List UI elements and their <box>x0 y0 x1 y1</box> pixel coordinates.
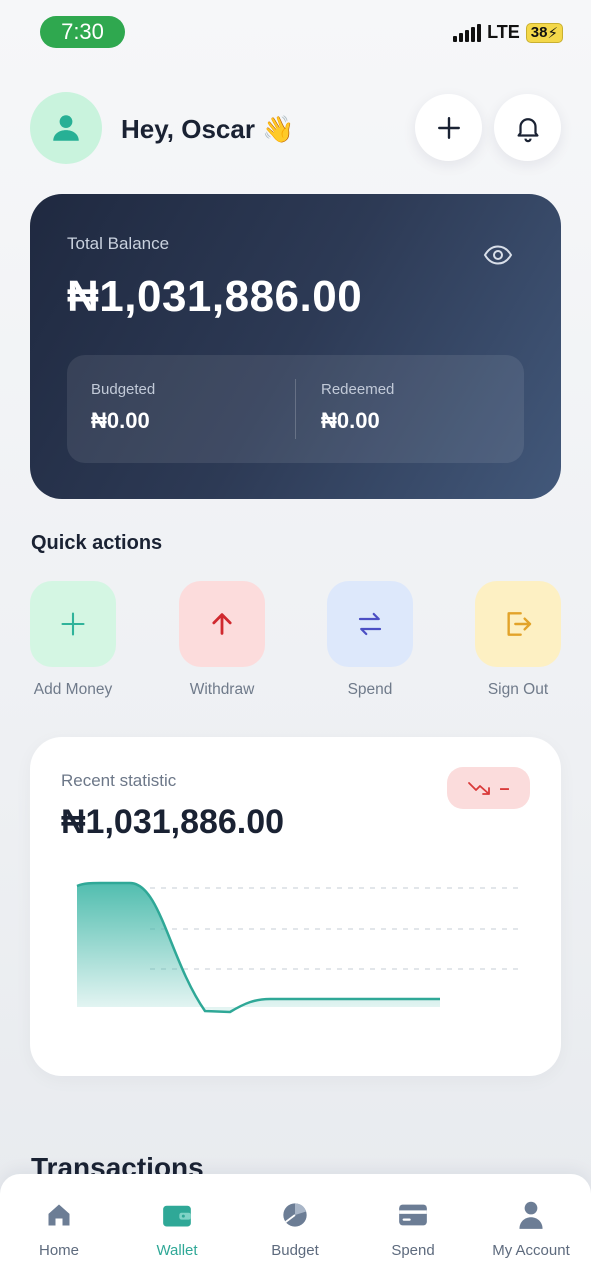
spend-label: Spend <box>347 681 393 698</box>
sign-out-label: Sign Out <box>487 681 549 698</box>
withdraw-label: Withdraw <box>189 681 255 698</box>
status-time: 7:30 <box>40 16 125 48</box>
nav-label-my-account: My Account <box>492 1242 570 1259</box>
battery-level: 38 <box>530 24 548 41</box>
network-type: LTE <box>487 22 520 42</box>
avatar[interactable] <box>30 92 102 164</box>
bottom-nav: Home Wallet Budget Spend My Account <box>0 1174 591 1280</box>
breakdown-divider <box>295 379 296 439</box>
withdraw-button[interactable] <box>179 581 265 667</box>
balance-breakdown: Budgeted ₦0.00 Redeemed ₦0.00 <box>67 355 524 463</box>
quick-action-withdraw[interactable]: Withdraw <box>179 581 265 699</box>
nav-item-home[interactable]: Home <box>4 1198 114 1259</box>
home-icon <box>48 1204 70 1226</box>
user-icon <box>519 1201 543 1229</box>
statistic-amount: ₦1,031,886.00 <box>61 803 285 841</box>
wallet-icon <box>163 1205 191 1227</box>
pie-chart-icon <box>283 1203 307 1227</box>
swap-icon <box>358 612 382 636</box>
balance-card: Total Balance ₦1,031,886.00 Budgeted ₦0.… <box>30 194 561 499</box>
header: Hey, Oscar 👋 <box>30 92 561 164</box>
plus-icon <box>437 116 460 139</box>
quick-action-spend[interactable]: Spend <box>327 581 413 699</box>
total-balance-label: Total Balance <box>67 234 170 253</box>
statistic-card: Recent statistic ₦1,031,886.00 – <box>30 737 561 1076</box>
statistic-chart <box>76 881 520 1014</box>
status-indicators: LTE 38 ⚡ <box>453 22 563 43</box>
total-balance-amount: ₦1,031,886.00 <box>67 272 363 321</box>
quick-actions-title: Quick actions <box>31 532 163 554</box>
bell-icon <box>517 117 538 142</box>
redeemed-label: Redeemed <box>321 381 395 398</box>
nav-item-my-account[interactable]: My Account <box>476 1198 586 1259</box>
budgeted-label: Budgeted <box>91 381 156 398</box>
statistic-label: Recent statistic <box>61 771 177 790</box>
eye-icon[interactable] <box>483 244 513 271</box>
quick-action-add-money[interactable]: Add Money <box>30 581 116 699</box>
redeemed-section: Redeemed ₦0.00 <box>321 381 394 434</box>
budgeted-section: Budgeted ₦0.00 <box>91 381 155 434</box>
notifications-button[interactable] <box>494 94 561 161</box>
trend-down-icon <box>468 782 491 795</box>
quick-actions: Add Money Withdraw Spend Sign Out <box>30 581 561 701</box>
budgeted-value: ₦0.00 <box>91 408 150 433</box>
trend-badge[interactable]: – <box>447 767 530 809</box>
spend-button[interactable] <box>327 581 413 667</box>
greeting-text: Hey, Oscar 👋 <box>121 114 295 144</box>
card-icon <box>399 1204 427 1226</box>
nav-label-budget: Budget <box>271 1242 319 1259</box>
nav-label-spend: Spend <box>391 1242 435 1259</box>
wallet-screen: 7:30 LTE 38 ⚡ Hey, Oscar 👋 Total Balance… <box>0 0 591 1280</box>
add-money-button[interactable] <box>30 581 116 667</box>
nav-item-wallet[interactable]: Wallet <box>122 1198 232 1259</box>
redeemed-value: ₦0.00 <box>321 408 380 433</box>
quick-action-sign-out[interactable]: Sign Out <box>475 581 561 699</box>
status-bar: 7:30 LTE 38 ⚡ <box>40 16 563 50</box>
nav-label-home: Home <box>38 1242 79 1259</box>
add-button[interactable] <box>415 94 482 161</box>
add-money-label: Add Money <box>33 681 113 698</box>
sign-out-button[interactable] <box>475 581 561 667</box>
chart-area <box>77 883 440 1012</box>
user-icon <box>53 115 79 141</box>
sign-out-icon <box>507 612 532 636</box>
battery-icon: 38 ⚡ <box>525 22 563 43</box>
signal-icon <box>453 23 482 42</box>
nav-item-spend[interactable]: Spend <box>358 1198 468 1259</box>
nav-label-wallet: Wallet <box>156 1242 198 1259</box>
nav-item-budget[interactable]: Budget <box>240 1198 350 1259</box>
plus-icon <box>61 612 85 636</box>
arrow-up-icon <box>212 613 232 635</box>
trend-change: – <box>499 777 510 798</box>
